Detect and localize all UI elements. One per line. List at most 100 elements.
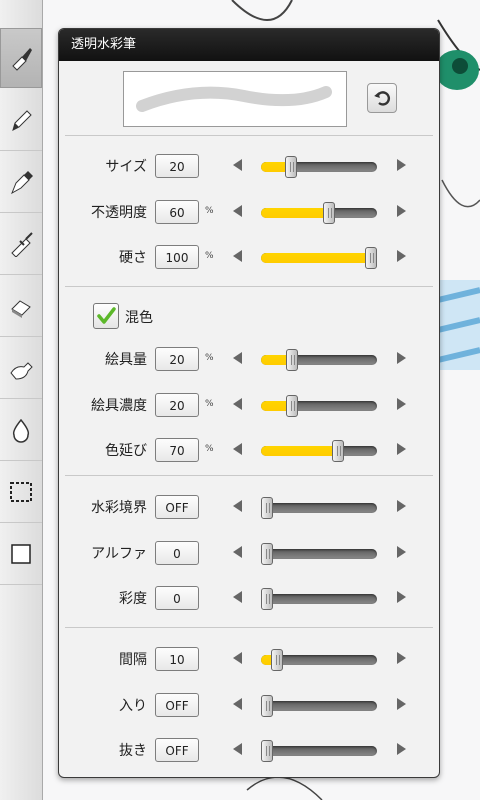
increment-arrow-icon[interactable] <box>397 397 406 410</box>
decrement-arrow-icon[interactable] <box>233 159 242 171</box>
slider-track[interactable] <box>261 594 377 604</box>
setting-slider[interactable] <box>261 588 377 610</box>
setting-value-field[interactable]: 60 <box>155 199 199 224</box>
setting-value-field[interactable]: OFF <box>155 692 199 717</box>
increment-arrow-icon[interactable] <box>397 159 406 171</box>
setting-label: 硬さ <box>119 250 147 266</box>
setting-label: 抜き <box>119 743 147 759</box>
eraser-tool[interactable] <box>0 276 42 337</box>
setting-slider[interactable] <box>261 156 377 178</box>
stroke-preview <box>123 71 347 127</box>
slider-track[interactable] <box>261 503 377 513</box>
increment-arrow-icon[interactable] <box>397 697 406 710</box>
stroke-preview-sample <box>136 86 332 112</box>
slider-track[interactable] <box>261 548 377 559</box>
increment-arrow-icon[interactable] <box>397 352 406 364</box>
marquee-icon <box>10 482 32 502</box>
increment-arrow-icon[interactable] <box>397 500 406 512</box>
setting-label: 不透明度 <box>91 204 147 221</box>
setting-label: 入り <box>119 697 147 714</box>
setting-label: 彩度 <box>119 591 147 607</box>
panel-title: 透明水彩筆 <box>59 29 439 61</box>
increment-arrow-icon[interactable] <box>397 743 406 755</box>
airbrush-tool[interactable] <box>0 214 42 275</box>
setting-value-field[interactable]: 0 <box>155 586 199 610</box>
setting-row: アルファ 0 <box>59 538 439 572</box>
brush-tool[interactable] <box>0 28 42 88</box>
setting-value-field[interactable]: 20 <box>155 392 199 417</box>
slider-thumb[interactable] <box>261 542 273 565</box>
slider-fill <box>261 207 330 218</box>
increment-arrow-icon[interactable] <box>397 652 406 664</box>
increment-arrow-icon[interactable] <box>397 545 406 558</box>
decrement-arrow-icon[interactable] <box>233 204 242 217</box>
increment-arrow-icon[interactable] <box>397 250 406 262</box>
section-divider <box>65 286 433 287</box>
smudge-icon <box>10 362 33 380</box>
decrement-arrow-icon[interactable] <box>233 443 242 455</box>
decrement-arrow-icon[interactable] <box>233 500 242 512</box>
setting-label: サイズ <box>105 159 147 175</box>
pen-nib-icon <box>11 171 33 195</box>
slider-thumb[interactable] <box>365 247 377 269</box>
section-divider <box>65 475 433 476</box>
setting-value-field[interactable]: OFF <box>155 738 199 762</box>
slider-track[interactable] <box>261 746 377 756</box>
setting-slider[interactable] <box>261 740 377 762</box>
setting-label: 間隔 <box>119 652 147 668</box>
selection-tool[interactable] <box>0 462 42 523</box>
mix-checkbox[interactable] <box>93 303 119 329</box>
decrement-arrow-icon[interactable] <box>233 591 242 603</box>
setting-slider[interactable] <box>261 497 377 519</box>
fill-tool[interactable] <box>0 400 42 461</box>
eraser-icon <box>11 300 31 318</box>
setting-row: 硬さ 100% <box>59 242 439 276</box>
slider-thumb[interactable] <box>261 588 273 610</box>
setting-slider[interactable] <box>261 542 377 565</box>
reset-button[interactable] <box>367 83 397 113</box>
setting-value-field[interactable]: 20 <box>155 154 199 178</box>
decrement-arrow-icon[interactable] <box>233 352 242 364</box>
setting-value-field[interactable]: OFF <box>155 495 199 519</box>
decrement-arrow-icon[interactable] <box>233 250 242 262</box>
setting-slider[interactable] <box>261 649 377 671</box>
slider-thumb[interactable] <box>285 349 298 371</box>
setting-unit: % <box>205 444 214 454</box>
slider-thumb[interactable] <box>261 694 273 717</box>
slider-thumb[interactable] <box>285 394 298 417</box>
setting-slider[interactable] <box>261 247 377 269</box>
slider-thumb[interactable] <box>261 740 273 762</box>
setting-label: 絵具量 <box>105 352 147 368</box>
increment-arrow-icon[interactable] <box>397 591 406 603</box>
color-tool[interactable] <box>0 524 42 585</box>
setting-label: 色延び <box>105 443 147 459</box>
setting-slider[interactable] <box>261 694 377 717</box>
setting-value-field[interactable]: 20 <box>155 347 199 371</box>
setting-value-field[interactable]: 0 <box>155 540 199 565</box>
increment-arrow-icon[interactable] <box>397 443 406 455</box>
setting-slider[interactable] <box>261 349 377 371</box>
setting-unit: % <box>205 353 214 363</box>
setting-value-field[interactable]: 100 <box>155 245 199 269</box>
decrement-arrow-icon[interactable] <box>233 697 242 710</box>
pen-tool[interactable] <box>0 152 42 213</box>
setting-value-field[interactable]: 10 <box>155 647 199 671</box>
setting-slider[interactable] <box>261 201 377 224</box>
decrement-arrow-icon[interactable] <box>233 652 242 664</box>
setting-value-field[interactable]: 70 <box>155 438 199 462</box>
tool-palette <box>0 0 43 800</box>
blur-tool[interactable] <box>0 338 42 399</box>
setting-slider[interactable] <box>261 394 377 417</box>
decrement-arrow-icon[interactable] <box>233 545 242 558</box>
pencil-tool[interactable] <box>0 90 42 151</box>
setting-slider[interactable] <box>261 440 377 462</box>
slider-thumb[interactable] <box>284 156 297 178</box>
slider-thumb[interactable] <box>323 201 336 224</box>
decrement-arrow-icon[interactable] <box>233 397 242 410</box>
slider-thumb[interactable] <box>331 440 344 462</box>
slider-track[interactable] <box>261 700 377 711</box>
decrement-arrow-icon[interactable] <box>233 743 242 755</box>
slider-thumb[interactable] <box>261 497 273 519</box>
increment-arrow-icon[interactable] <box>397 204 406 217</box>
slider-thumb[interactable] <box>271 649 284 671</box>
